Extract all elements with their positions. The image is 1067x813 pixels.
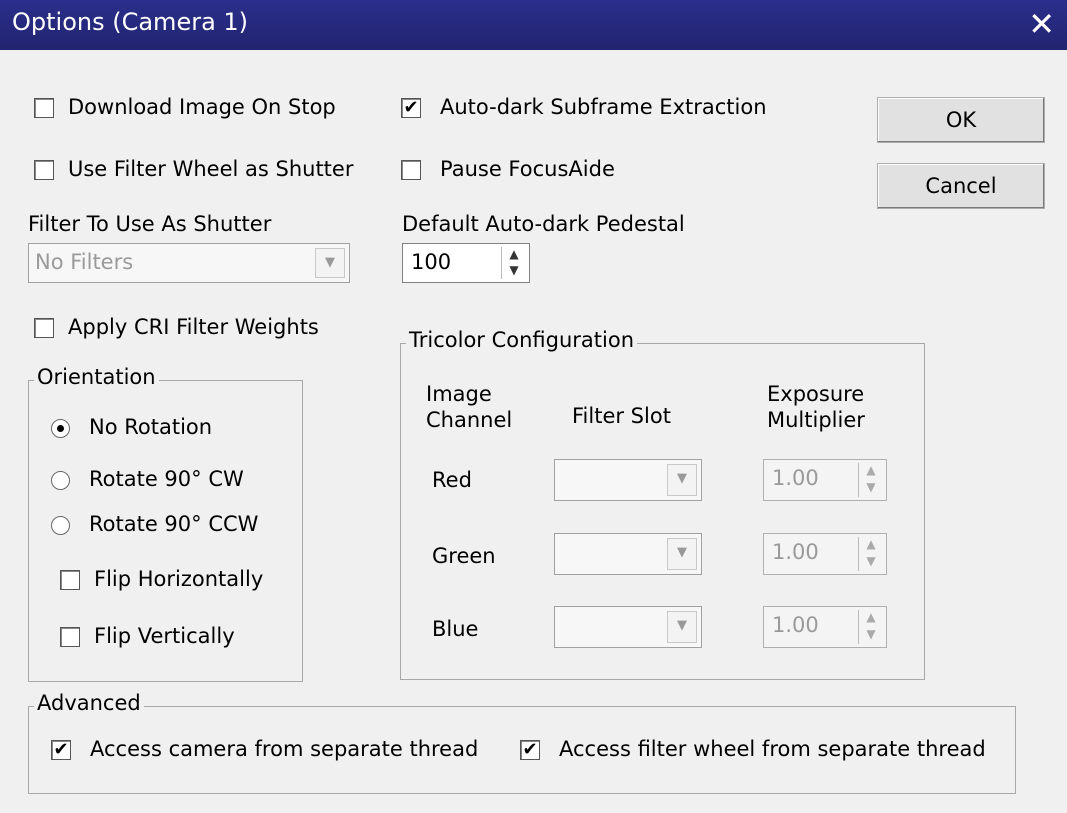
red-multiplier-spinner[interactable]: 1.00 ▲ ▼	[763, 459, 887, 501]
chevron-down-icon: ▼	[315, 248, 345, 278]
green-multiplier-value: 1.00	[772, 540, 819, 564]
camera-thread-label: Access camera from separate thread	[90, 737, 479, 761]
blue-channel-label: Blue	[432, 617, 479, 641]
auto-dark-subframe-checkbox[interactable]: ✔	[401, 98, 421, 118]
pedestal-value: 100	[411, 250, 452, 274]
chevron-down-icon: ▼	[667, 464, 697, 496]
filter-shutter-select[interactable]: No Filters ▼	[28, 243, 350, 283]
spin-up-icon[interactable]: ▲	[859, 610, 883, 627]
window-title: Options (Camera 1)	[12, 8, 249, 36]
red-channel-label: Red	[432, 468, 472, 492]
title-bar: Options (Camera 1) ✕	[0, 0, 1067, 50]
advanced-legend: Advanced	[34, 691, 144, 715]
spin-down-icon[interactable]: ▼	[502, 263, 526, 279]
blue-multiplier-value: 1.00	[772, 613, 819, 637]
check-icon: ✔	[403, 97, 419, 118]
spin-down-icon[interactable]: ▼	[859, 480, 883, 497]
use-filter-wheel-as-shutter-label: Use Filter Wheel as Shutter	[68, 157, 354, 181]
red-spin-buttons[interactable]: ▲ ▼	[858, 463, 883, 497]
pedestal-label: Default Auto-dark Pedestal	[402, 212, 685, 236]
image-channel-header-2: Channel	[426, 408, 513, 432]
flip-horizontally-checkbox[interactable]	[60, 570, 80, 590]
download-image-on-stop-checkbox[interactable]	[34, 98, 54, 118]
cancel-button[interactable]: Cancel	[877, 163, 1045, 209]
spin-up-icon[interactable]: ▲	[859, 537, 883, 554]
auto-dark-subframe-label: Auto-dark Subframe Extraction	[440, 95, 767, 119]
green-spin-buttons[interactable]: ▲ ▼	[858, 537, 883, 571]
camera-thread-checkbox[interactable]: ✔	[51, 740, 71, 760]
orientation-legend: Orientation	[34, 365, 159, 389]
pedestal-spin-buttons[interactable]: ▲ ▼	[501, 247, 526, 279]
filter-thread-label: Access filter wheel from separate thread	[559, 737, 986, 761]
rotate-cw-radio[interactable]	[51, 471, 70, 490]
filter-slot-header: Filter Slot	[572, 404, 671, 428]
filter-shutter-label: Filter To Use As Shutter	[28, 212, 272, 236]
check-icon: ✔	[522, 739, 538, 760]
filter-shutter-value: No Filters	[35, 250, 134, 274]
exposure-header-2: Multiplier	[767, 408, 865, 432]
blue-multiplier-spinner[interactable]: 1.00 ▲ ▼	[763, 606, 887, 648]
no-rotation-label: No Rotation	[89, 415, 213, 439]
red-multiplier-value: 1.00	[772, 466, 819, 490]
pedestal-spinner[interactable]: 100 ▲ ▼	[402, 243, 530, 283]
flip-horizontally-label: Flip Horizontally	[94, 567, 264, 591]
chevron-down-icon: ▼	[667, 611, 697, 643]
rotate-cw-label: Rotate 90° CW	[89, 467, 244, 491]
apply-cri-label: Apply CRI Filter Weights	[68, 315, 319, 339]
rotate-ccw-label: Rotate 90° CCW	[89, 512, 259, 536]
spin-up-icon[interactable]: ▲	[502, 247, 526, 263]
pause-focusaide-label: Pause FocusAide	[440, 157, 615, 181]
flip-vertically-checkbox[interactable]	[60, 627, 80, 647]
spin-up-icon[interactable]: ▲	[859, 463, 883, 480]
close-icon[interactable]: ✕	[1028, 4, 1055, 44]
pause-focusaide-checkbox[interactable]	[401, 160, 421, 180]
spin-down-icon[interactable]: ▼	[859, 554, 883, 571]
green-filter-select[interactable]: ▼	[554, 533, 702, 575]
red-filter-select[interactable]: ▼	[554, 459, 702, 501]
rotate-ccw-radio[interactable]	[51, 516, 70, 535]
filter-thread-checkbox[interactable]: ✔	[520, 740, 540, 760]
exposure-header-1: Exposure	[767, 382, 865, 406]
apply-cri-checkbox[interactable]	[34, 318, 54, 338]
blue-spin-buttons[interactable]: ▲ ▼	[858, 610, 883, 644]
check-icon: ✔	[53, 739, 69, 760]
tricolor-legend: Tricolor Configuration	[406, 328, 638, 352]
flip-vertically-label: Flip Vertically	[94, 624, 235, 648]
image-channel-header-1: Image	[426, 382, 492, 406]
download-image-on-stop-label: Download Image On Stop	[68, 95, 336, 119]
green-channel-label: Green	[432, 544, 496, 568]
no-rotation-radio[interactable]	[51, 419, 70, 438]
chevron-down-icon: ▼	[667, 538, 697, 570]
use-filter-wheel-as-shutter-checkbox[interactable]	[34, 160, 54, 180]
green-multiplier-spinner[interactable]: 1.00 ▲ ▼	[763, 533, 887, 575]
blue-filter-select[interactable]: ▼	[554, 606, 702, 648]
ok-button[interactable]: OK	[877, 97, 1045, 143]
spin-down-icon[interactable]: ▼	[859, 627, 883, 644]
